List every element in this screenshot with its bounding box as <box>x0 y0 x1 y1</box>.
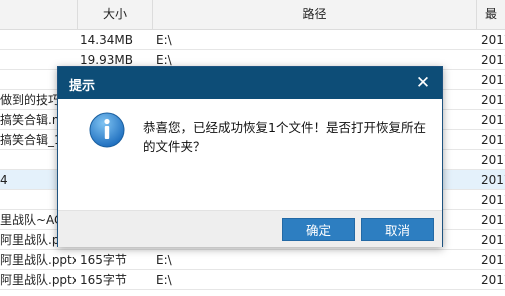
modal-overlay: 提示 ✕ 恭喜您，已经成功恢复1个文件！是否打开恢复所在的文件夹？ 确定 取消 <box>0 0 505 296</box>
dialog-footer: 确定 取消 <box>58 210 442 247</box>
dialog-titlebar: 提示 ✕ <box>58 67 442 99</box>
cancel-button[interactable]: 取消 <box>361 218 434 241</box>
dialog-title: 提示 <box>69 79 96 94</box>
recovery-dialog: 提示 ✕ 恭喜您，已经成功恢复1个文件！是否打开恢复所在的文件夹？ 确定 取消 <box>57 66 443 247</box>
info-icon <box>88 111 126 152</box>
close-icon[interactable]: ✕ <box>412 72 434 94</box>
dialog-message: 恭喜您，已经成功恢复1个文件！是否打开恢复所在的文件夹？ <box>143 120 426 154</box>
ok-button[interactable]: 确定 <box>282 218 355 241</box>
